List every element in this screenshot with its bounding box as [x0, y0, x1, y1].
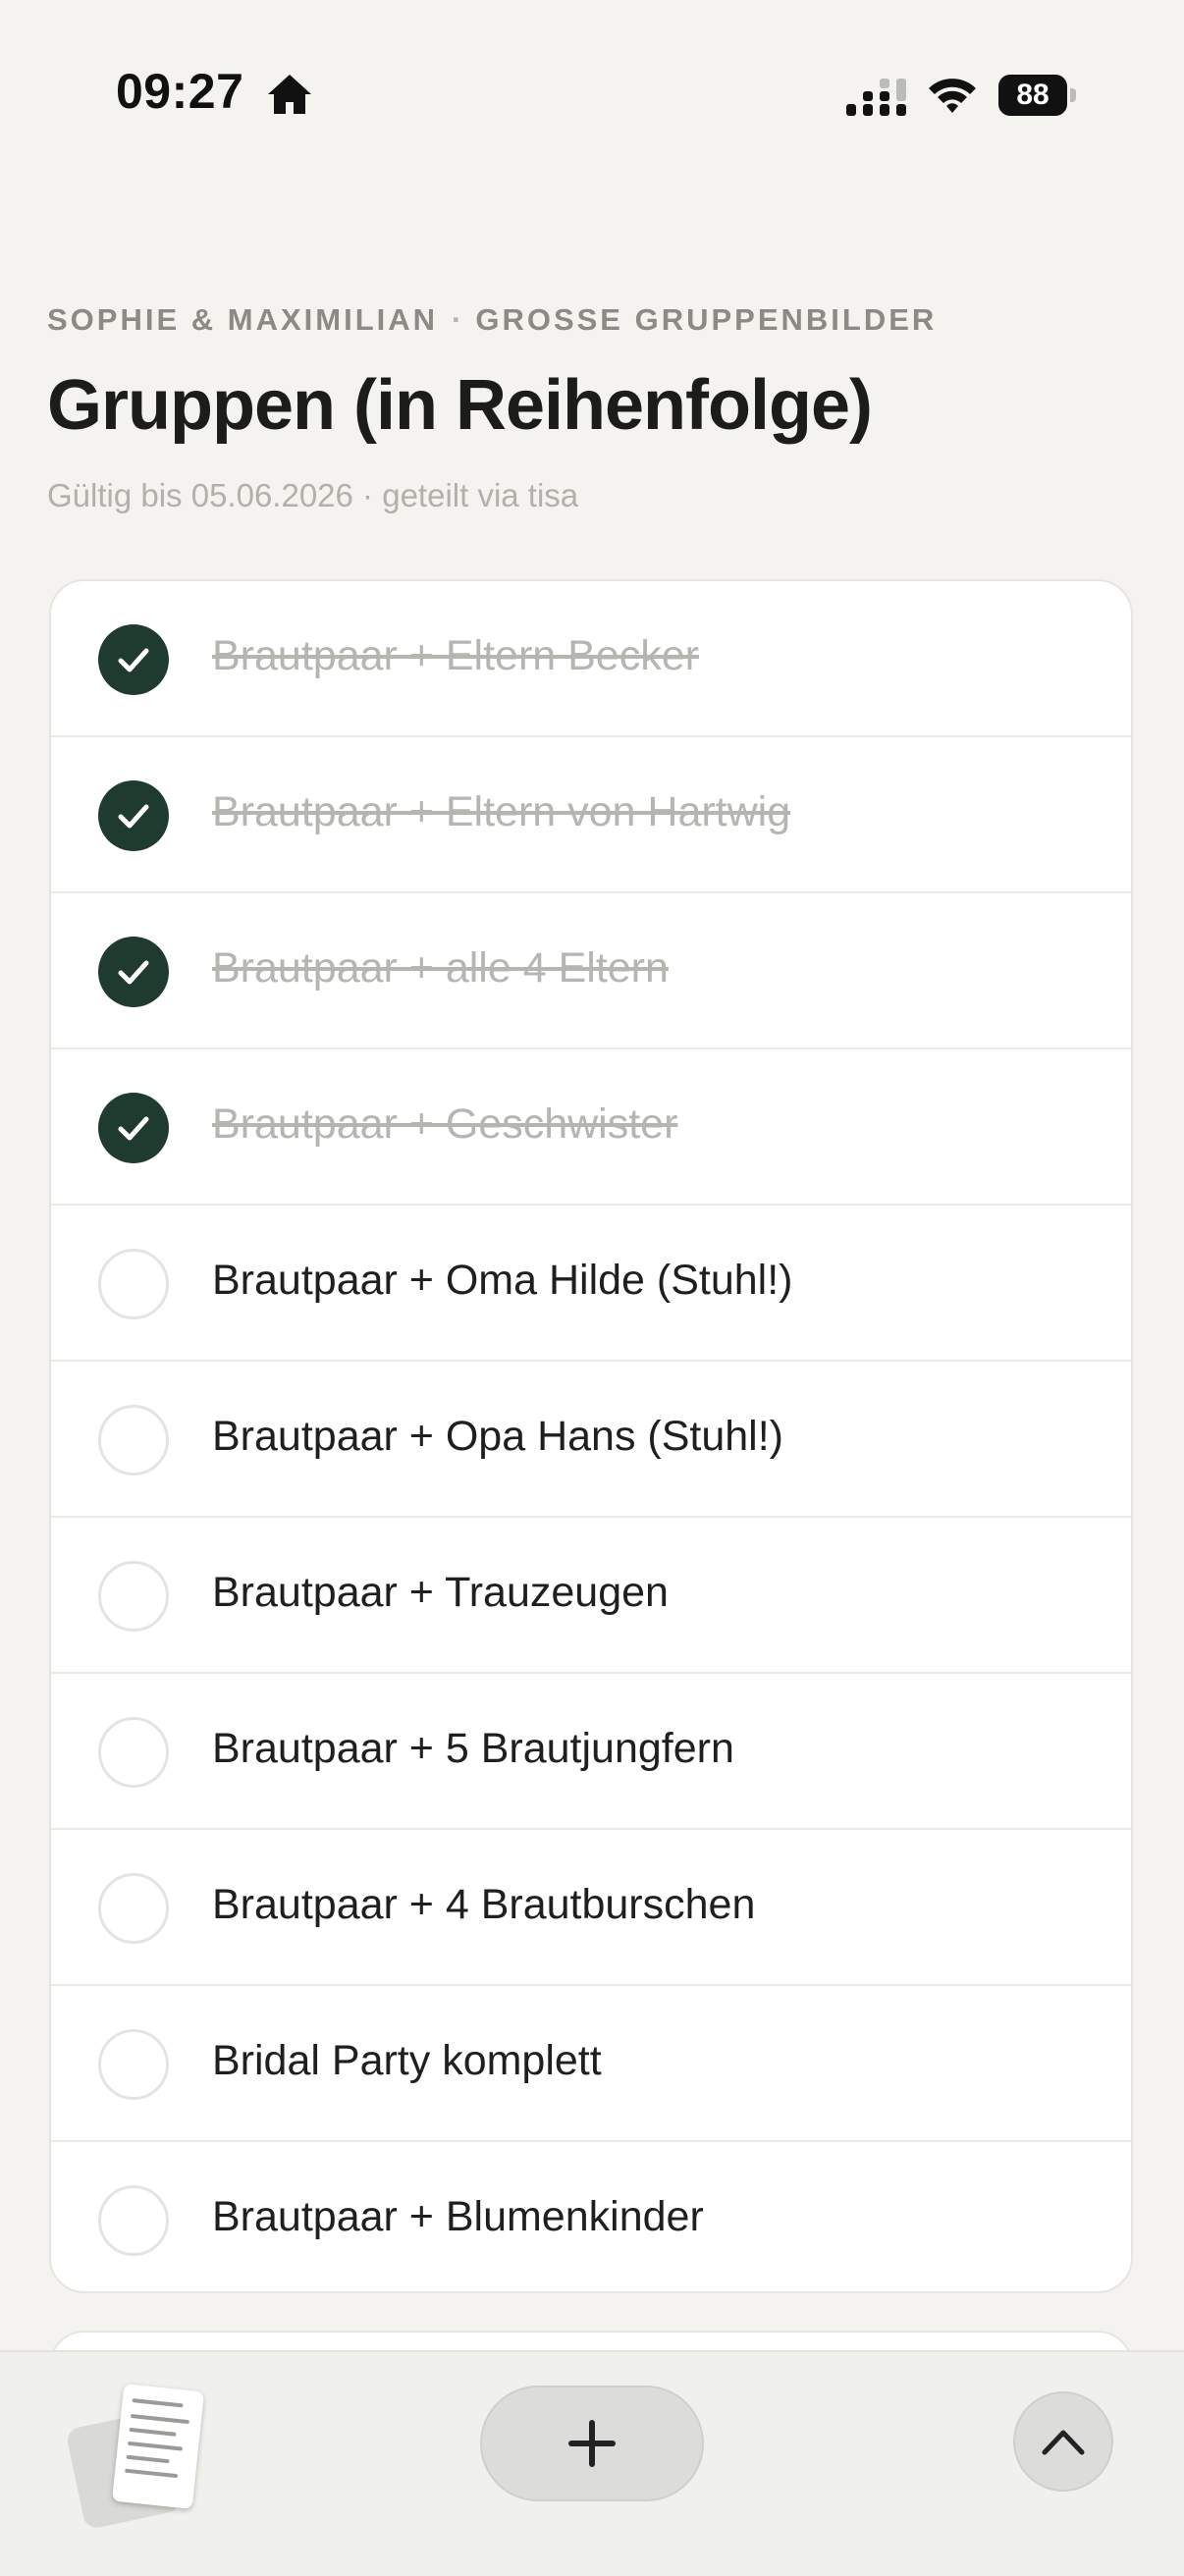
checklist-label: Brautpaar + 4 Brautburschen: [212, 1881, 756, 1928]
unchecked-circle-icon[interactable]: [98, 1561, 169, 1632]
status-time: 09:27: [116, 64, 244, 119]
checklist-label: Brautpaar + Opa Hans (Stuhl!): [212, 1413, 783, 1460]
documents-stack-icon[interactable]: [65, 2380, 214, 2531]
checklist-row[interactable]: Brautpaar + Oma Hilde (Stuhl!): [51, 1206, 1131, 1362]
home-icon: [268, 75, 311, 114]
checklist-label: Brautpaar + Eltern Becker: [212, 632, 699, 679]
checklist-label: Brautpaar + alle 4 Eltern: [212, 944, 669, 992]
add-button[interactable]: [480, 2386, 704, 2501]
checklist-row[interactable]: Brautpaar + 4 Brautburschen: [51, 1830, 1131, 1986]
checklist-label: Brautpaar + Trauzeugen: [212, 1569, 669, 1616]
unchecked-circle-icon[interactable]: [98, 1717, 169, 1788]
checklist-label: Brautpaar + Eltern von Hartwig: [212, 788, 791, 835]
breadcrumb-separator: ·: [452, 302, 462, 337]
checklist-label: Bridal Party komplett: [212, 2037, 602, 2084]
plus-icon: [568, 2420, 616, 2467]
signal-icon: [846, 79, 906, 116]
page-title: Gruppen (in Reihenfolge): [47, 366, 873, 445]
checked-circle-icon[interactable]: [98, 1093, 169, 1163]
unchecked-circle-icon[interactable]: [98, 1405, 169, 1476]
breadcrumb-couple: SOPHIE & MAXIMILIAN: [47, 302, 439, 337]
checklist-row[interactable]: Bridal Party komplett: [51, 1986, 1131, 2142]
unchecked-circle-icon[interactable]: [98, 2185, 169, 2256]
unchecked-circle-icon[interactable]: [98, 1249, 169, 1319]
unchecked-circle-icon[interactable]: [98, 2029, 169, 2100]
checklist-row[interactable]: Brautpaar + Eltern von Hartwig: [51, 737, 1131, 893]
status-bar: 09:27 88: [0, 0, 1184, 196]
wifi-icon: [929, 79, 976, 113]
checked-circle-icon[interactable]: [98, 624, 169, 695]
checklist-row[interactable]: Brautpaar + Opa Hans (Stuhl!): [51, 1362, 1131, 1518]
group-checklist: Brautpaar + Eltern Becker Brautpaar + Elt…: [49, 579, 1133, 2293]
unchecked-circle-icon[interactable]: [98, 1873, 169, 1944]
battery-icon: 88: [998, 75, 1077, 116]
scroll-top-button[interactable]: [1013, 2391, 1113, 2492]
checklist-row[interactable]: Brautpaar + 5 Brautjungfern: [51, 1674, 1131, 1830]
checklist-row[interactable]: Brautpaar + Blumenkinder: [51, 2142, 1131, 2291]
checklist-row[interactable]: Brautpaar + alle 4 Eltern: [51, 893, 1131, 1049]
checked-circle-icon[interactable]: [98, 780, 169, 851]
checklist-label: Brautpaar + Blumenkinder: [212, 2193, 704, 2240]
checked-circle-icon[interactable]: [98, 937, 169, 1007]
checklist-row[interactable]: Brautpaar + Trauzeugen: [51, 1518, 1131, 1674]
checklist-row[interactable]: Brautpaar + Eltern Becker: [51, 581, 1131, 737]
checklist-label: Brautpaar + Geschwister: [212, 1100, 678, 1148]
battery-level: 88: [998, 75, 1067, 116]
checklist-row[interactable]: Brautpaar + Geschwister: [51, 1049, 1131, 1206]
validity-subtitle: Gültig bis 05.06.2026 · geteilt via tisa: [47, 477, 579, 513]
breadcrumb: SOPHIE & MAXIMILIAN · GROSSE GRUPPENBILDER: [47, 302, 937, 338]
checklist-label: Brautpaar + Oma Hilde (Stuhl!): [212, 1257, 793, 1304]
breadcrumb-section: GROSSE GRUPPENBILDER: [475, 302, 938, 337]
checklist-label: Brautpaar + 5 Brautjungfern: [212, 1725, 734, 1772]
chevron-up-icon: [1042, 2430, 1085, 2455]
